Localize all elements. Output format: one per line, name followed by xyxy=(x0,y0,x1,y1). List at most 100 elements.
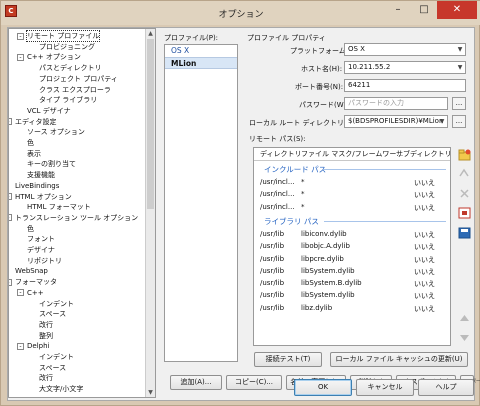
tree-node[interactable]: クラス エクスプローラ xyxy=(39,85,111,95)
path-row[interactable]: /usr/lib libobjc.A.dylib いいえ xyxy=(254,241,450,253)
path-cell-dir: /usr/lib xyxy=(260,279,285,288)
tree-node[interactable]: 改行 xyxy=(39,373,53,383)
password-label: パスワード(W): xyxy=(299,101,349,109)
path-row[interactable]: /usr/lib libSystem.dylib いいえ xyxy=(254,290,450,302)
tree-node[interactable]: トランスレーション ツール オプション xyxy=(15,213,138,223)
password-options-button[interactable]: ... xyxy=(452,97,466,110)
tree-node[interactable]: スペース xyxy=(39,309,66,319)
tree-node[interactable]: プロジェクト プロパティ xyxy=(39,74,118,84)
tree-node[interactable]: HTML フォーマット xyxy=(27,202,91,212)
tree-node[interactable]: デザイナ xyxy=(27,245,55,255)
col-file-mask[interactable]: ファイル マスク/フレームワー... xyxy=(301,149,403,159)
dialog-body: ▲ ▼ - リモート プロファイル プロビジョニング - C++ オプション パスとディレ… xyxy=(7,27,480,401)
profiles-list[interactable]: OS X MLion xyxy=(164,44,238,362)
path-row[interactable]: /usr/lib libpcre.dylib いいえ xyxy=(254,254,450,266)
tree-node[interactable]: C++ オプション xyxy=(27,52,81,62)
tree-expander-icon[interactable]: - xyxy=(17,53,24,61)
update-local-cache-button[interactable]: ローカル ファイル キャッシュの更新(U) xyxy=(330,352,468,367)
path-cell-sub: いいえ xyxy=(414,267,435,276)
move-down-button[interactable] xyxy=(457,330,471,343)
path-row[interactable]: /usr/incl... * いいえ xyxy=(254,177,450,189)
minimize-button[interactable]: – xyxy=(385,1,411,19)
tree-expander-icon[interactable]: - xyxy=(9,214,12,222)
scroll-up-icon[interactable]: ▲ xyxy=(147,29,154,38)
col-directory[interactable]: ディレクトリ xyxy=(260,149,302,159)
password-field[interactable]: パスワードの入力 xyxy=(344,97,448,110)
path-cell-mask: libSystem.dylib xyxy=(301,291,355,300)
port-field[interactable]: 64211 xyxy=(344,79,466,92)
save-paths-button[interactable] xyxy=(457,226,471,239)
arrow-down-icon xyxy=(459,334,469,341)
tree-node[interactable]: Delphi xyxy=(27,341,49,351)
tree-node[interactable]: 色 xyxy=(27,138,34,148)
remote-paths-table[interactable]: ディレクトリ ファイル マスク/フレームワー... サブディレクトリ インクルー… xyxy=(253,147,451,346)
path-cell-mask: libz.dylib xyxy=(301,303,333,312)
help-button[interactable]: ヘルプ xyxy=(418,379,474,396)
path-row[interactable]: /usr/incl... * いいえ xyxy=(254,202,450,214)
options-tree[interactable]: ▲ ▼ - リモート プロファイル プロビジョニング - C++ オプション パスとディレ… xyxy=(8,28,156,398)
tree-node[interactable]: キーの割り当て xyxy=(27,159,76,169)
scroll-down-icon[interactable]: ▼ xyxy=(147,388,154,397)
tree-node[interactable]: インデント xyxy=(39,299,74,309)
tree-node[interactable]: 改行 xyxy=(39,320,53,330)
ok-button[interactable]: OK xyxy=(294,379,352,396)
tree-node[interactable]: VCL デザイナ xyxy=(27,106,71,116)
path-cell-dir: /usr/lib xyxy=(260,266,285,275)
replace-path-button[interactable] xyxy=(457,166,471,179)
tree-node[interactable]: WebSnap xyxy=(15,266,48,276)
add-profile-button[interactable]: 追加(A)... xyxy=(170,375,222,390)
tree-node[interactable]: ソース オプション xyxy=(27,127,85,137)
path-row[interactable]: /usr/lib libiconv.dylib いいえ xyxy=(254,229,450,241)
tree-expander-icon[interactable]: - xyxy=(17,32,24,40)
tree-node[interactable]: プロビジョニング xyxy=(39,42,95,52)
tree-node[interactable]: フォーマッタ xyxy=(15,277,57,287)
tree-node[interactable]: リモート プロファイル xyxy=(25,30,101,42)
add-path-button[interactable] xyxy=(457,148,471,161)
clear-paths-button[interactable] xyxy=(457,206,471,219)
col-subdirectory[interactable]: サブディレクトリ xyxy=(396,149,450,159)
tree-scrollbar[interactable]: ▲ ▼ xyxy=(145,29,155,397)
cancel-button[interactable]: キャンセル xyxy=(356,379,414,396)
tree-node[interactable]: LiveBindings xyxy=(15,181,59,191)
path-cell-dir: /usr/lib xyxy=(260,303,285,312)
tree-node[interactable]: インデント xyxy=(39,352,74,362)
profile-item[interactable]: OS X xyxy=(165,45,237,57)
test-connection-button[interactable]: 接続テスト(T) xyxy=(254,352,322,367)
tree-node[interactable]: 支援機能 xyxy=(27,170,55,180)
path-row[interactable]: /usr/lib libz.dylib いいえ xyxy=(254,303,450,315)
tree-node[interactable]: フォント xyxy=(27,234,55,244)
tree-expander-icon[interactable]: - xyxy=(17,289,24,297)
tree-node[interactable]: リポジトリ xyxy=(27,256,62,266)
tree-node[interactable]: エディタ設定 xyxy=(15,117,57,127)
path-row[interactable]: /usr/incl... * いいえ xyxy=(254,189,450,201)
path-cell-sub: いいえ xyxy=(414,243,435,252)
platform-select[interactable]: OS X ▼ xyxy=(344,43,466,56)
local-root-select[interactable]: $(BDSPROFILESDIR)¥MLion ▼ xyxy=(344,115,448,128)
close-button[interactable]: ✕ xyxy=(437,1,477,19)
scroll-thumb[interactable] xyxy=(147,39,154,209)
copy-profile-button[interactable]: コピー(C)... xyxy=(226,375,282,390)
tree-node[interactable]: パスとディレクトリ xyxy=(39,63,102,73)
maximize-button[interactable]: □ xyxy=(411,1,437,19)
tree-expander-icon[interactable]: - xyxy=(9,278,12,286)
tree-expander-icon[interactable]: - xyxy=(9,193,12,200)
tree-expander-icon[interactable]: - xyxy=(9,118,12,126)
tree-node[interactable]: タイプ ライブラリ xyxy=(39,95,97,105)
browse-root-button[interactable]: ... xyxy=(452,115,466,128)
path-row[interactable]: /usr/lib libSystem.B.dylib いいえ xyxy=(254,278,450,290)
tree-node[interactable]: 大文字/小文字 xyxy=(39,384,83,394)
host-label: ホスト名(H): xyxy=(301,65,343,73)
path-row[interactable]: /usr/lib libSystem.dylib いいえ xyxy=(254,266,450,278)
host-select[interactable]: 10.211.55.2 ▼ xyxy=(344,61,466,74)
tree-expander-icon[interactable]: - xyxy=(17,342,24,350)
tree-node[interactable]: HTML オプション xyxy=(15,192,72,202)
path-cell-sub: いいえ xyxy=(414,203,435,212)
move-up-button[interactable] xyxy=(457,312,471,325)
tree-node[interactable]: スペース xyxy=(39,363,66,373)
tree-node[interactable]: 表示 xyxy=(27,149,41,159)
tree-node[interactable]: 整列 xyxy=(39,331,53,341)
profile-item[interactable]: MLion xyxy=(165,57,237,69)
tree-node[interactable]: 色 xyxy=(27,224,34,234)
delete-path-button[interactable] xyxy=(457,186,471,199)
tree-node[interactable]: C++ xyxy=(27,288,44,298)
